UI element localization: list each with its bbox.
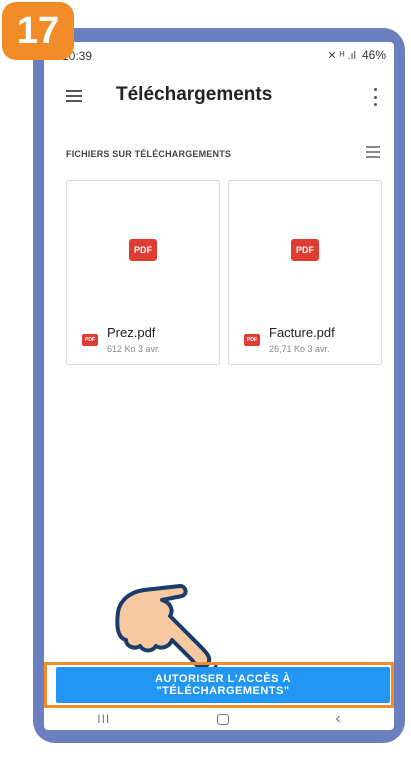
list-view-icon[interactable] (366, 146, 380, 158)
section-header: FICHIERS SUR TÉLÉCHARGEMENTS (66, 149, 232, 159)
signal-icons: ✕ ᴴ .ıl (327, 49, 356, 62)
home-icon[interactable] (216, 713, 229, 725)
file-name: Prez.pdf (107, 325, 156, 340)
back-icon[interactable]: ‹ (335, 710, 340, 728)
pdf-file-icon: PDF (244, 334, 260, 346)
file-card[interactable]: PDF PDF Prez.pdf 612 Ko 3 avr. (66, 180, 220, 365)
battery-level: 46% (361, 48, 386, 62)
more-options-icon[interactable] (372, 88, 378, 106)
hamburger-menu-icon[interactable] (66, 90, 82, 102)
pdf-thumbnail-icon: PDF (291, 239, 319, 261)
pdf-file-icon: PDF (82, 334, 98, 346)
step-number-badge: 17 (2, 2, 74, 60)
file-card[interactable]: PDF PDF Facture.pdf 26,71 Ko 3 avr. (228, 180, 382, 365)
pdf-thumbnail-icon: PDF (129, 239, 157, 261)
cta-label-line1: AUTORISER L'ACCÈS À (155, 673, 291, 685)
system-nav-bar: III ‹ (44, 708, 394, 730)
file-meta: 612 Ko 3 avr. (107, 344, 161, 354)
status-bar: 10:39 ✕ ᴴ .ıl 46% (44, 42, 394, 70)
phone-frame: 10:39 ✕ ᴴ .ıl 46% Téléchargements FICHIE… (33, 28, 405, 743)
cta-label-line2: "TÉLÉCHARGEMENTS" (156, 685, 290, 697)
app-bar: Téléchargements (44, 70, 394, 122)
page-title: Téléchargements (116, 84, 273, 105)
file-name: Facture.pdf (269, 325, 335, 340)
file-meta: 26,71 Ko 3 avr. (269, 344, 330, 354)
allow-access-button[interactable]: AUTORISER L'ACCÈS À "TÉLÉCHARGEMENTS" (56, 667, 390, 703)
phone-screen: 10:39 ✕ ᴴ .ıl 46% Téléchargements FICHIE… (44, 42, 394, 730)
status-right: ✕ ᴴ .ıl 46% (327, 48, 386, 62)
recent-apps-icon[interactable]: III (97, 712, 110, 726)
